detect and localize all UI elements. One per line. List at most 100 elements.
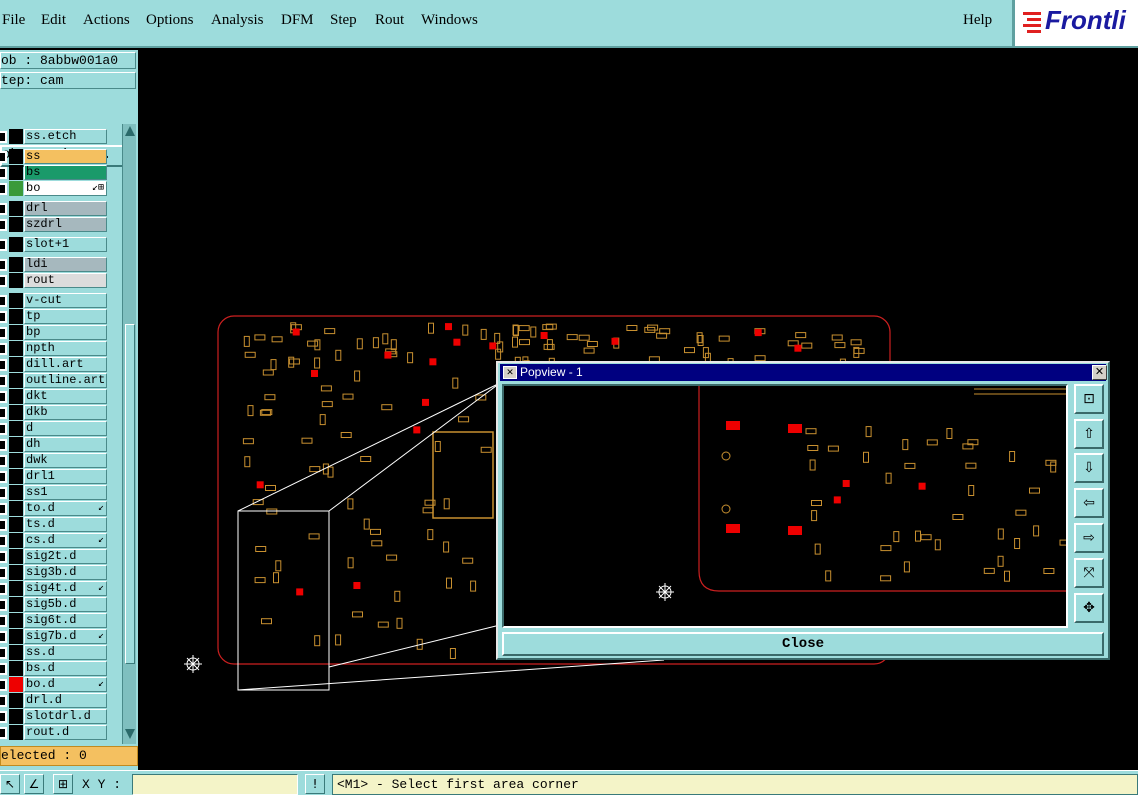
layer-name[interactable]: sig5b.d: [24, 597, 107, 612]
layer-checkbox[interactable]: [0, 219, 7, 231]
layer-row[interactable]: rout.d: [0, 725, 120, 741]
layer-name[interactable]: v-cut: [24, 293, 107, 308]
layer-color-swatch[interactable]: [9, 613, 23, 628]
layer-checkbox[interactable]: [0, 551, 7, 563]
layer-checkbox[interactable]: [0, 503, 7, 515]
zoom-fit-button[interactable]: ⤧: [1074, 558, 1104, 588]
layer-checkbox[interactable]: [0, 679, 7, 691]
layer-name[interactable]: dill.art: [24, 357, 107, 372]
layer-color-swatch[interactable]: [9, 725, 23, 740]
layer-name[interactable]: sig2t.d: [24, 549, 107, 564]
layer-name[interactable]: to.d ↙: [24, 501, 107, 516]
layer-color-swatch[interactable]: [9, 661, 23, 676]
layer-name[interactable]: bs.d: [24, 661, 107, 676]
layer-row[interactable]: rout: [0, 273, 120, 289]
layer-name[interactable]: slotdrl.d: [24, 709, 107, 724]
layer-name[interactable]: drl.d: [24, 693, 107, 708]
layer-name[interactable]: dwk: [24, 453, 107, 468]
close-icon[interactable]: ✕: [1092, 365, 1107, 380]
layer-row[interactable]: bs.d: [0, 661, 120, 677]
layer-name[interactable]: ss.etch: [24, 129, 107, 144]
pan-right-button[interactable]: ⇨: [1074, 523, 1104, 553]
layer-name[interactable]: rout: [24, 273, 107, 288]
layer-color-swatch[interactable]: [9, 309, 23, 324]
layer-color-swatch[interactable]: [9, 533, 23, 548]
layer-color-swatch[interactable]: [9, 597, 23, 612]
layer-row[interactable]: bs: [0, 165, 120, 181]
layer-row[interactable]: sig6t.d: [0, 613, 120, 629]
select-mode-button[interactable]: ↖: [0, 774, 20, 794]
layer-row[interactable]: slotdrl.d: [0, 709, 120, 725]
layer-checkbox[interactable]: [0, 439, 7, 451]
layer-color-swatch[interactable]: [9, 469, 23, 484]
layer-row[interactable]: dwk: [0, 453, 120, 469]
layer-color-swatch[interactable]: [9, 325, 23, 340]
layer-checkbox[interactable]: [0, 663, 7, 675]
layer-color-swatch[interactable]: [9, 501, 23, 516]
layer-name[interactable]: npth: [24, 341, 107, 356]
popview-titlebar[interactable]: ✕ Popview - 1 ✕: [500, 364, 1107, 381]
layer-row[interactable]: szdrl: [0, 217, 120, 233]
layer-color-swatch[interactable]: [9, 129, 23, 144]
layer-checkbox[interactable]: [0, 295, 7, 307]
layer-checkbox[interactable]: [0, 647, 7, 659]
layer-checkbox[interactable]: [0, 519, 7, 531]
layer-color-swatch[interactable]: [9, 709, 23, 724]
layer-row[interactable]: dh: [0, 437, 120, 453]
layer-checkbox[interactable]: [0, 239, 7, 251]
layer-name[interactable]: dh: [24, 437, 107, 452]
layer-color-swatch[interactable]: [9, 581, 23, 596]
layer-color-swatch[interactable]: [9, 165, 23, 180]
warning-button[interactable]: !: [305, 774, 325, 794]
zoom-window-button[interactable]: ⊡: [1074, 384, 1104, 414]
layer-name[interactable]: drl: [24, 201, 107, 216]
layer-color-swatch[interactable]: [9, 645, 23, 660]
layer-row[interactable]: sig7b.d ↙: [0, 629, 120, 645]
window-menu-icon[interactable]: ✕: [503, 366, 517, 379]
layer-name[interactable]: bo.d ↙: [24, 677, 107, 692]
layer-color-swatch[interactable]: [9, 341, 23, 356]
layer-row[interactable]: ss1: [0, 485, 120, 501]
layer-row[interactable]: sig5b.d: [0, 597, 120, 613]
layer-name[interactable]: ss1: [24, 485, 107, 500]
layer-checkbox[interactable]: [0, 275, 7, 287]
popview-canvas[interactable]: [502, 384, 1068, 628]
zoom-home-button[interactable]: ✥: [1074, 593, 1104, 623]
layer-row[interactable]: drl1: [0, 469, 120, 485]
menu-help[interactable]: Help: [963, 12, 992, 29]
measure-button[interactable]: ∠: [24, 774, 44, 794]
layer-name[interactable]: ss: [24, 149, 107, 164]
layer-row[interactable]: bp: [0, 325, 120, 341]
menu-edit[interactable]: Edit: [41, 12, 66, 29]
layer-color-swatch[interactable]: [9, 273, 23, 288]
layer-row[interactable]: bo.d ↙: [0, 677, 120, 693]
xy-input[interactable]: [132, 774, 298, 795]
layer-checkbox[interactable]: [0, 455, 7, 467]
layer-color-swatch[interactable]: [9, 405, 23, 420]
layer-name[interactable]: slot+1: [24, 237, 107, 252]
layer-row[interactable]: ts.d: [0, 517, 120, 533]
layer-name[interactable]: dkb: [24, 405, 107, 420]
layer-checkbox[interactable]: [0, 615, 7, 627]
layer-name[interactable]: bp: [24, 325, 107, 340]
layer-checkbox[interactable]: [0, 203, 7, 215]
layer-name[interactable]: bo ↙⊞: [24, 181, 107, 196]
layer-color-swatch[interactable]: [9, 357, 23, 372]
layer-color-swatch[interactable]: [9, 149, 23, 164]
layer-color-swatch[interactable]: [9, 201, 23, 216]
layer-checkbox[interactable]: [0, 131, 7, 143]
layer-color-swatch[interactable]: [9, 453, 23, 468]
layer-name[interactable]: sig7b.d ↙: [24, 629, 107, 644]
layer-color-swatch[interactable]: [9, 421, 23, 436]
layer-name[interactable]: rout.d: [24, 725, 107, 740]
scroll-thumb[interactable]: [125, 324, 135, 664]
layer-row[interactable]: to.d ↙: [0, 501, 120, 517]
pan-down-button[interactable]: ⇩: [1074, 453, 1104, 483]
layer-checkbox[interactable]: [0, 727, 7, 739]
layer-color-swatch[interactable]: [9, 437, 23, 452]
layer-color-swatch[interactable]: [9, 217, 23, 232]
layer-row[interactable]: slot+1: [0, 237, 120, 253]
menu-rout[interactable]: Rout: [375, 12, 404, 29]
layer-name[interactable]: bs: [24, 165, 107, 180]
popview-close-button[interactable]: Close: [502, 632, 1104, 656]
